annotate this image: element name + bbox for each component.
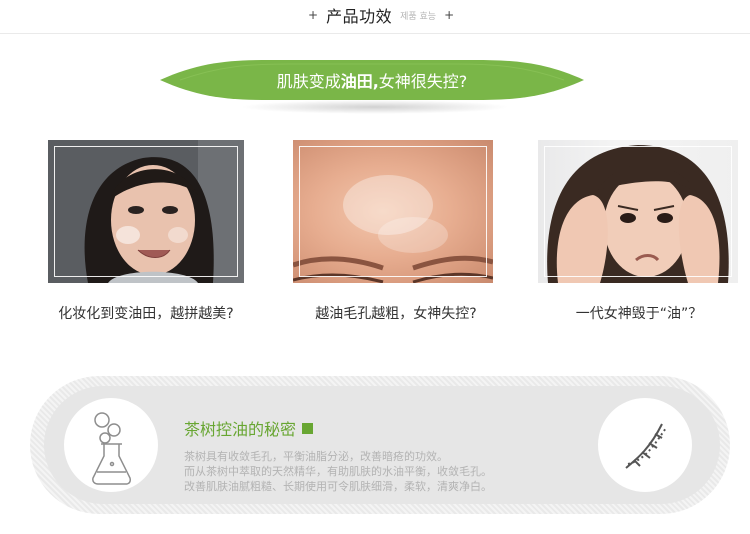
- description-line-3: 改善肌肤油腻粗糙、长期使用可令肌肤细滑，柔软，清爽净白。: [184, 480, 492, 493]
- header-divider: [0, 33, 750, 34]
- banner-text-before: 肌肤变成: [276, 72, 341, 91]
- secret-title-text: 茶树控油的秘密: [184, 420, 297, 439]
- description-line-1: 茶树具有收敛毛孔，平衡油脂分泌，改善暗疮的功效。: [184, 450, 448, 463]
- dna-icon: [625, 423, 667, 469]
- square-bullet-icon: [302, 422, 314, 434]
- header-title-group: + 产品功效 제품 효능 +: [300, 5, 462, 26]
- plus-decoration-right: +: [444, 8, 455, 22]
- flask-icon: [92, 412, 131, 485]
- photo-frame: [299, 146, 487, 277]
- photo-caption-2: 越油毛孔越粗，女神失控?: [315, 306, 477, 322]
- photo-oily-makeup: [48, 140, 244, 283]
- photo-caption-1: 化妆化到变油田，越拼越美?: [58, 306, 234, 322]
- page-title: 产品功效: [326, 7, 393, 26]
- banner-text-bold: 油田,: [340, 72, 379, 91]
- photo-frame: [544, 146, 732, 277]
- page-subtitle-korean: 제품 효능: [400, 11, 437, 22]
- plus-decoration-left: +: [308, 8, 319, 22]
- banner-headline: 肌肤变成 油田, 女神很失控?: [160, 60, 584, 100]
- photo-distressed-woman: [538, 140, 738, 283]
- photo-frame: [54, 146, 238, 277]
- photo-oily-forehead: [293, 140, 493, 283]
- secret-description: 茶树具有收敛毛孔，平衡油脂分泌，改善暗疮的功效。 而从茶树中萃取的天然精华，有助…: [184, 449, 584, 494]
- description-line-2: 而从茶树中萃取的天然精华，有助肌肤的水油平衡，收敛毛孔。: [184, 465, 492, 478]
- banner-shadow: [240, 100, 510, 114]
- section-header: + 产品功效 제품 효능 +: [0, 0, 750, 34]
- secret-title: 茶树控油的秘密: [184, 416, 314, 440]
- headline-banner: 肌肤变成 油田, 女神很失控?: [160, 60, 584, 100]
- dna-icon-circle: [598, 398, 692, 492]
- flask-icon-circle: [64, 398, 158, 492]
- photo-caption-3: 一代女神毁于“油”？: [575, 306, 703, 322]
- banner-text-after: 女神很失控?: [378, 72, 468, 91]
